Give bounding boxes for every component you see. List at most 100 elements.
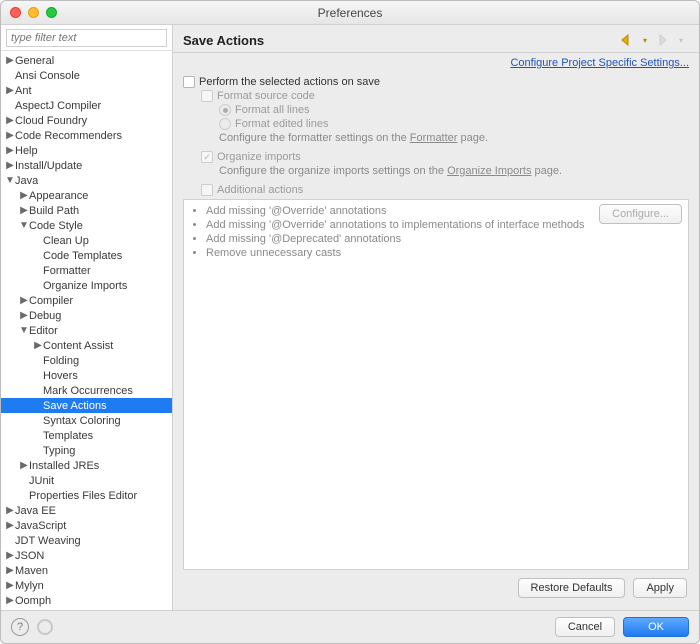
tree-item[interactable]: Templates xyxy=(1,428,172,443)
chevron-right-icon[interactable]: ▶ xyxy=(5,581,15,591)
chevron-right-icon[interactable]: ▶ xyxy=(19,311,29,321)
tree-item-label: Ant xyxy=(15,85,32,97)
tree-item-label: Code Recommenders xyxy=(15,130,122,142)
tree-item[interactable]: ▶Content Assist xyxy=(1,338,172,353)
tree-item[interactable]: Syntax Coloring xyxy=(1,413,172,428)
tree-item-label: Cloud Foundry xyxy=(15,115,87,127)
tree-item[interactable]: ▶Oomph xyxy=(1,593,172,608)
tree-item[interactable]: Save Actions xyxy=(1,398,172,413)
ok-button[interactable]: OK xyxy=(623,617,689,637)
tree-item[interactable]: Formatter xyxy=(1,263,172,278)
perform-on-save-label: Perform the selected actions on save xyxy=(199,76,380,88)
preferences-window: Preferences ▶GeneralAnsi Console▶AntAspe… xyxy=(0,0,700,644)
tree-item[interactable]: ▶Compiler xyxy=(1,293,172,308)
tree-item[interactable]: ▼Java xyxy=(1,173,172,188)
tree-item-label: Code Templates xyxy=(43,250,122,262)
chevron-right-icon[interactable]: ▶ xyxy=(5,161,15,171)
back-icon[interactable] xyxy=(619,32,635,48)
chevron-right-icon[interactable]: ▶ xyxy=(5,551,15,561)
format-edited-row: Format edited lines xyxy=(219,117,689,131)
tree-item[interactable]: ▶Code Recommenders xyxy=(1,128,172,143)
page-header: Save Actions ▾ ▾ xyxy=(173,25,699,53)
organize-imports-link[interactable]: Organize Imports xyxy=(447,165,531,177)
tree-item[interactable]: ▶Cloud Foundry xyxy=(1,113,172,128)
chevron-right-icon[interactable]: ▶ xyxy=(19,191,29,201)
tree-item-label: Help xyxy=(15,145,38,157)
chevron-right-icon[interactable]: ▶ xyxy=(5,596,15,606)
chevron-right-icon[interactable]: ▶ xyxy=(5,566,15,576)
restore-defaults-button[interactable]: Restore Defaults xyxy=(518,578,626,598)
tree-item[interactable]: ▶Help xyxy=(1,143,172,158)
chevron-right-icon[interactable]: ▶ xyxy=(5,131,15,141)
chevron-right-icon[interactable]: ▶ xyxy=(5,56,15,66)
progress-icon xyxy=(37,619,53,635)
list-item: Add missing '@Override' annotations to i… xyxy=(206,218,591,232)
tree-item[interactable]: Organize Imports xyxy=(1,278,172,293)
tree-item[interactable]: ▼Editor xyxy=(1,323,172,338)
tree-item[interactable]: ▶Installed JREs xyxy=(1,458,172,473)
tree-item[interactable]: Code Templates xyxy=(1,248,172,263)
window-title: Preferences xyxy=(1,6,699,20)
chevron-right-icon[interactable]: ▶ xyxy=(19,461,29,471)
tree-item[interactable]: ▶Mylyn xyxy=(1,578,172,593)
tree-item-label: Code Style xyxy=(29,220,83,232)
chevron-right-icon[interactable]: ▶ xyxy=(19,206,29,216)
tree-item[interactable]: JDT Weaving xyxy=(1,533,172,548)
tree-item[interactable]: ▶Debug xyxy=(1,308,172,323)
additional-actions-row: Additional actions xyxy=(201,183,689,197)
chevron-right-icon[interactable]: ▶ xyxy=(5,116,15,126)
chevron-down-icon[interactable]: ▼ xyxy=(19,221,29,231)
radio-icon xyxy=(219,104,231,116)
tree-item[interactable]: ▶Java EE xyxy=(1,503,172,518)
tree-item[interactable]: ▶Install/Update xyxy=(1,158,172,173)
tree-item[interactable]: ▶Build Path xyxy=(1,203,172,218)
filter-input[interactable] xyxy=(6,29,167,47)
tree-item[interactable]: ▼Code Style xyxy=(1,218,172,233)
tree-item-label: Editor xyxy=(29,325,58,337)
list-item: Remove unnecessary casts xyxy=(206,246,591,260)
tree-item-label: General xyxy=(15,55,54,67)
perform-on-save-row[interactable]: Perform the selected actions on save xyxy=(183,75,689,89)
format-edited-label: Format edited lines xyxy=(235,118,329,130)
tree-item-label: Mark Occurrences xyxy=(43,385,133,397)
tree-item[interactable]: Clean Up xyxy=(1,233,172,248)
chevron-right-icon[interactable]: ▶ xyxy=(5,506,15,516)
tree-item[interactable]: ▶Ant xyxy=(1,83,172,98)
tree-item[interactable]: ▶JSON xyxy=(1,548,172,563)
chevron-right-icon[interactable]: ▶ xyxy=(5,146,15,156)
organize-imports-label: Organize imports xyxy=(217,151,301,163)
project-settings-link[interactable]: Configure Project Specific Settings... xyxy=(510,57,689,69)
chevron-down-icon[interactable]: ▼ xyxy=(5,176,15,186)
tree-item[interactable]: Mark Occurrences xyxy=(1,383,172,398)
tree-item[interactable]: Ansi Console xyxy=(1,68,172,83)
tree-item[interactable]: JUnit xyxy=(1,473,172,488)
tree-item-label: Oomph xyxy=(15,595,51,607)
main-panel: Save Actions ▾ ▾ Configure Project Speci… xyxy=(173,25,699,610)
tree-item-label: Syntax Coloring xyxy=(43,415,121,427)
tree-item[interactable]: Folding xyxy=(1,353,172,368)
apply-button[interactable]: Apply xyxy=(633,578,687,598)
tree-item[interactable]: Properties Files Editor xyxy=(1,488,172,503)
chevron-right-icon[interactable]: ▶ xyxy=(19,296,29,306)
back-menu-icon[interactable]: ▾ xyxy=(637,32,653,48)
chevron-down-icon[interactable]: ▼ xyxy=(19,326,29,336)
tree-item[interactable]: ▶JavaScript xyxy=(1,518,172,533)
tree-item[interactable]: AspectJ Compiler xyxy=(1,98,172,113)
chevron-right-icon[interactable]: ▶ xyxy=(5,86,15,96)
cancel-button[interactable]: Cancel xyxy=(555,617,615,637)
tree-item[interactable]: Typing xyxy=(1,443,172,458)
organize-imports-row: ✓ Organize imports xyxy=(201,150,689,164)
checkbox-icon xyxy=(201,184,213,196)
chevron-right-icon[interactable]: ▶ xyxy=(33,341,43,351)
help-icon[interactable]: ? xyxy=(11,618,29,636)
checkbox-icon[interactable] xyxy=(183,76,195,88)
tree-item[interactable]: ▶General xyxy=(1,53,172,68)
formatter-link[interactable]: Formatter xyxy=(410,132,458,144)
tree-item[interactable]: Hovers xyxy=(1,368,172,383)
tree-item[interactable]: ▶Maven xyxy=(1,563,172,578)
tree-item-label: Folding xyxy=(43,355,79,367)
filter-area xyxy=(1,25,172,51)
chevron-right-icon[interactable]: ▶ xyxy=(5,521,15,531)
preference-tree[interactable]: ▶GeneralAnsi Console▶AntAspectJ Compiler… xyxy=(1,51,172,610)
tree-item[interactable]: ▶Appearance xyxy=(1,188,172,203)
